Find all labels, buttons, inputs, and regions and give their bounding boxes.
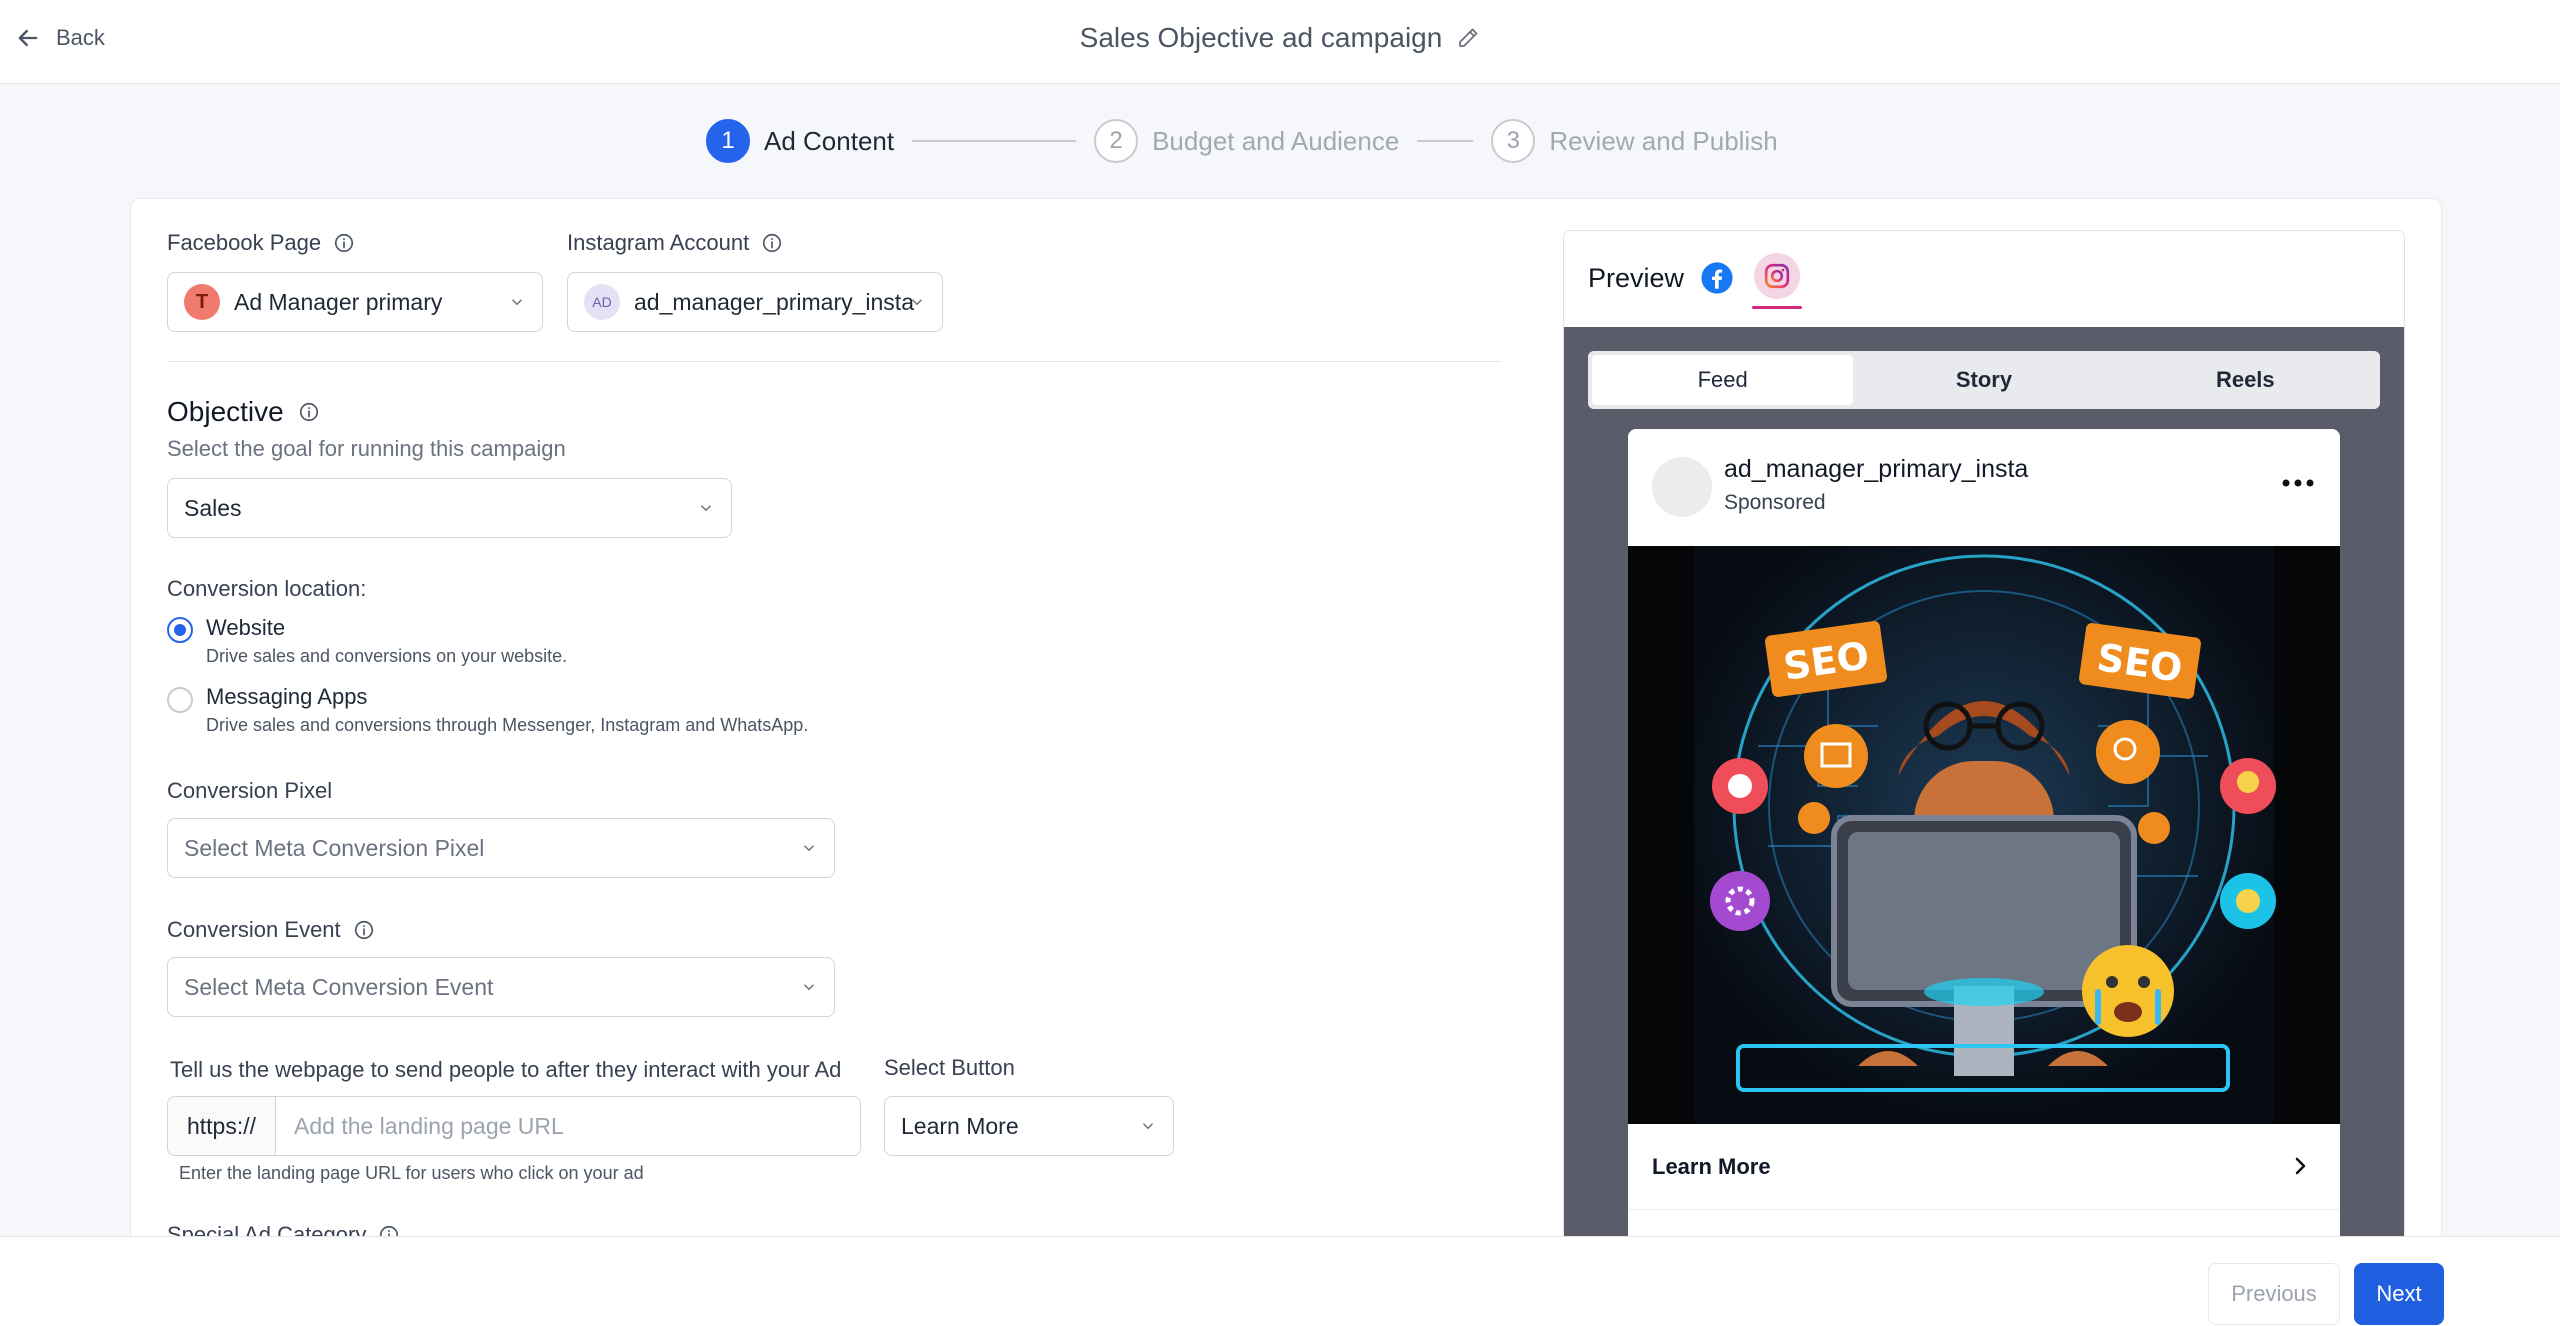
next-button[interactable]: Next [2354, 1263, 2444, 1325]
step-ad-content[interactable]: 1 Ad Content [706, 119, 894, 163]
top-bar: Back Sales Objective ad campaign [0, 0, 2560, 84]
instagram-account-select[interactable]: AD ad_manager_primary_insta [567, 272, 943, 332]
facebook-page-value: Ad Manager primary [234, 288, 443, 315]
step-budget-audience[interactable]: 2 Budget and Audience [1094, 119, 1399, 163]
section-divider [167, 361, 1502, 362]
radio-messaging-apps-title: Messaging Apps [206, 684, 368, 709]
radio-website-title: Website [206, 615, 286, 640]
conversion-location-label: Conversion location: [167, 576, 367, 601]
footer-bar: Previous Next [0, 1236, 2560, 1326]
radio-messaging-apps-description: Drive sales and conversions through Mess… [206, 715, 809, 735]
instagram-account-label-text: Instagram Account [567, 230, 750, 255]
page-title: Sales Objective ad campaign [1079, 22, 1443, 53]
landing-page-help: Enter the landing page URL for users who… [179, 1163, 644, 1183]
tab-reels[interactable]: Reels [2115, 355, 2376, 405]
chevron-down-icon [911, 299, 923, 306]
step-connector [912, 140, 1077, 142]
info-icon[interactable] [353, 919, 375, 941]
instagram-account-value: ad_manager_primary_insta [634, 288, 914, 315]
objective-value: Sales [184, 494, 242, 521]
cta-button-select[interactable]: Learn More [884, 1096, 1174, 1156]
chevron-down-icon [803, 845, 815, 852]
facebook-page-select[interactable]: T Ad Manager primary [167, 272, 543, 332]
step-review-publish[interactable]: 3 Review and Publish [1491, 119, 1778, 163]
objective-heading-text: Objective [167, 396, 284, 427]
select-button-label: Select Button [884, 1055, 1015, 1080]
pencil-icon[interactable] [1456, 26, 1480, 50]
ad-post-preview: ad_manager_primary_insta Sponsored SEO S… [1628, 429, 2340, 1326]
radio-messaging-apps[interactable] [167, 687, 193, 713]
conversion-event-placeholder: Select Meta Conversion Event [184, 973, 494, 1000]
conversion-event-select[interactable]: Select Meta Conversion Event [167, 957, 835, 1017]
page-title-wrap: Sales Objective ad campaign [0, 20, 2560, 56]
progress-stepper: 1 Ad Content 2 Budget and Audience 3 Rev… [706, 118, 1778, 164]
step-label: Ad Content [764, 125, 895, 156]
instagram-tab-bubble [1754, 253, 1800, 299]
step-label: Budget and Audience [1152, 125, 1400, 156]
chevron-down-icon [803, 984, 815, 991]
url-prefix: https:// [168, 1097, 276, 1155]
info-icon[interactable] [333, 232, 355, 254]
post-sponsored-label: Sponsored [1724, 491, 1826, 514]
chevron-down-icon [700, 505, 712, 512]
preview-panel: Preview Feed Story Reels ad_manager_prim… [1563, 230, 2405, 1326]
conversion-pixel-placeholder: Select Meta Conversion Pixel [184, 834, 485, 861]
instagram-icon [1764, 263, 1790, 289]
cta-row[interactable]: Learn More [1628, 1124, 2340, 1210]
seo-illustration: SEO SEO [1694, 546, 2276, 1124]
step-label: Review and Publish [1549, 125, 1778, 156]
ad-creative-image: SEO SEO [1628, 546, 2340, 1124]
preview-title: Preview [1588, 263, 1685, 293]
avatar [1652, 457, 1712, 517]
objective-select[interactable]: Sales [167, 478, 732, 538]
facebook-page-label: Facebook Page [167, 230, 355, 256]
step-connector [1417, 140, 1474, 142]
objective-heading: Objective [167, 396, 320, 428]
facebook-page-label-text: Facebook Page [167, 230, 322, 255]
radio-website[interactable] [167, 617, 193, 643]
account-avatar: AD [584, 284, 620, 320]
previous-button[interactable]: Previous [2208, 1263, 2340, 1325]
objective-subtitle: Select the goal for running this campaig… [167, 436, 566, 461]
landing-page-url-group: https:// [167, 1096, 861, 1156]
instagram-tab[interactable] [1752, 253, 1802, 309]
chevron-right-icon [2295, 1157, 2306, 1175]
info-icon[interactable] [761, 232, 783, 254]
chevron-down-icon [511, 299, 523, 306]
facebook-icon[interactable] [1700, 261, 1734, 295]
cta-label: Learn More [1652, 1154, 1771, 1179]
landing-page-label: Tell us the webpage to send people to af… [170, 1057, 842, 1082]
cta-button-value: Learn More [901, 1112, 1019, 1139]
tab-feed[interactable]: Feed [1592, 355, 1854, 405]
preview-body: Feed Story Reels ad_manager_primary_inst… [1564, 327, 2404, 1326]
info-icon[interactable] [298, 401, 320, 423]
landing-page-url-input[interactable] [276, 1097, 860, 1155]
step-number: 3 [1491, 119, 1536, 163]
conversion-event-label-text: Conversion Event [167, 917, 341, 942]
post-username: ad_manager_primary_insta [1724, 455, 2029, 483]
tab-story[interactable]: Story [1853, 355, 2114, 405]
preview-header: Preview [1564, 231, 2404, 327]
instagram-tab-underline [1752, 306, 1802, 309]
conversion-pixel-select[interactable]: Select Meta Conversion Pixel [167, 818, 835, 878]
conversion-event-label: Conversion Event [167, 917, 375, 943]
chevron-down-icon [1142, 1123, 1154, 1130]
radio-website-description: Drive sales and conversions on your webs… [206, 646, 568, 666]
more-options-icon[interactable] [2280, 473, 2316, 493]
step-number: 2 [1094, 119, 1139, 163]
page-avatar: T [184, 284, 220, 320]
instagram-account-label: Instagram Account [567, 230, 783, 256]
placement-tabs: Feed Story Reels [1588, 351, 2380, 409]
conversion-pixel-label: Conversion Pixel [167, 778, 333, 803]
step-number: 1 [706, 119, 750, 163]
